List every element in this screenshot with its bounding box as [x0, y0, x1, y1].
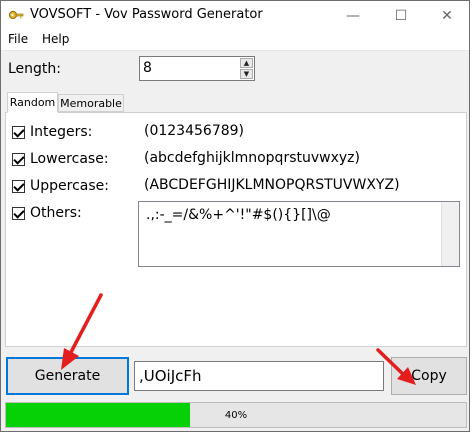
uppercase-label: Uppercase: [30, 178, 109, 194]
integers-option[interactable]: Integers: [12, 123, 92, 141]
lowercase-label: Lowercase: [30, 151, 109, 167]
password-value[interactable]: ,UOiJcFh [139, 367, 202, 385]
uppercase-option[interactable]: Uppercase: [12, 177, 109, 195]
others-chars-input[interactable]: .,:-_=/&%+^'!"#$(){}[]\@ [138, 201, 460, 267]
integers-checkbox[interactable] [12, 125, 25, 139]
lowercase-charset: (abcdefghijklmnopqrstuvwxyz) [144, 150, 360, 166]
others-scrollbar[interactable] [441, 202, 459, 266]
length-label: Length: [8, 61, 62, 77]
others-chars-value[interactable]: .,:-_=/&%+^'!"#$(){}[]\@ [146, 207, 331, 223]
password-output-field[interactable]: ,UOiJcFh [134, 361, 384, 391]
maximize-icon[interactable]: ☐ [379, 1, 423, 30]
copy-button[interactable]: Copy [391, 357, 467, 395]
minimize-icon[interactable]: — [331, 1, 375, 30]
window-title: VOVSOFT - Vov Password Generator [30, 7, 263, 22]
spin-down-icon[interactable]: ▼ [240, 69, 253, 79]
lowercase-option[interactable]: Lowercase: [12, 150, 109, 168]
others-label: Others: [30, 205, 82, 221]
length-value[interactable]: 8 [143, 60, 152, 76]
others-checkbox[interactable] [12, 206, 25, 220]
spin-up-icon[interactable]: ▲ [240, 58, 253, 68]
key-icon [8, 10, 24, 20]
tab-memorable[interactable]: Memorable [58, 94, 124, 112]
tab-random[interactable]: Random [7, 92, 58, 113]
integers-charset: (0123456789) [144, 123, 244, 139]
uppercase-charset: (ABCDEFGHIJKLMNOPQRSTUVWXYZ) [144, 177, 400, 193]
close-icon[interactable]: ✕ [425, 1, 469, 30]
menu-file[interactable]: File [8, 32, 28, 46]
length-spinner[interactable]: 8 ▲ ▼ [139, 56, 255, 81]
generate-button[interactable]: Generate [6, 357, 129, 395]
integers-label: Integers: [30, 124, 93, 140]
app-window: VOVSOFT - Vov Password Generator — ☐ ✕ F… [0, 0, 470, 432]
title-bar: VOVSOFT - Vov Password Generator — ☐ ✕ [1, 1, 469, 30]
strength-progress-bar: 40% [5, 402, 467, 428]
random-options-panel: Integers: (0123456789) Lowercase: (abcde… [5, 112, 467, 347]
others-option[interactable]: Others: [12, 204, 82, 222]
uppercase-checkbox[interactable] [12, 179, 25, 193]
menu-bar: File Help [1, 30, 469, 51]
strength-percent: 40% [224, 409, 248, 421]
lowercase-checkbox[interactable] [12, 152, 25, 166]
menu-help[interactable]: Help [42, 32, 69, 46]
